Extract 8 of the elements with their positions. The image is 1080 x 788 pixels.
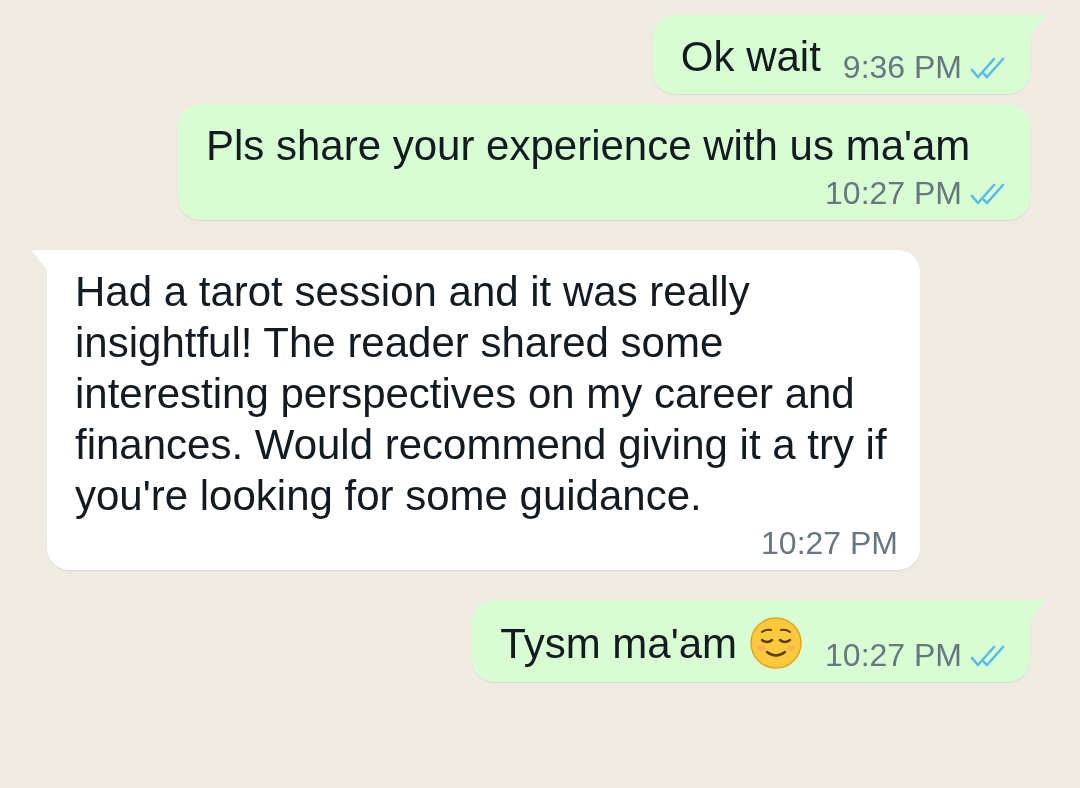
message-text: Ok wait xyxy=(680,32,821,82)
message-time: 10:27 PM xyxy=(761,525,898,562)
message-text: Tysm ma'am xyxy=(500,618,738,669)
message-text: Had a tarot session and it was really insightful! The reader shared some interesting perspectives on my career and finances. Would recommend giving it a try if you're looking for some guidance. xyxy=(75,267,888,521)
message-time: 10:27 PM xyxy=(825,175,962,212)
message-time: 9:36 PM xyxy=(842,49,962,86)
message-time: 10:27 PM xyxy=(825,637,962,674)
message-text: Pls share your experience with us ma'am xyxy=(206,121,971,171)
